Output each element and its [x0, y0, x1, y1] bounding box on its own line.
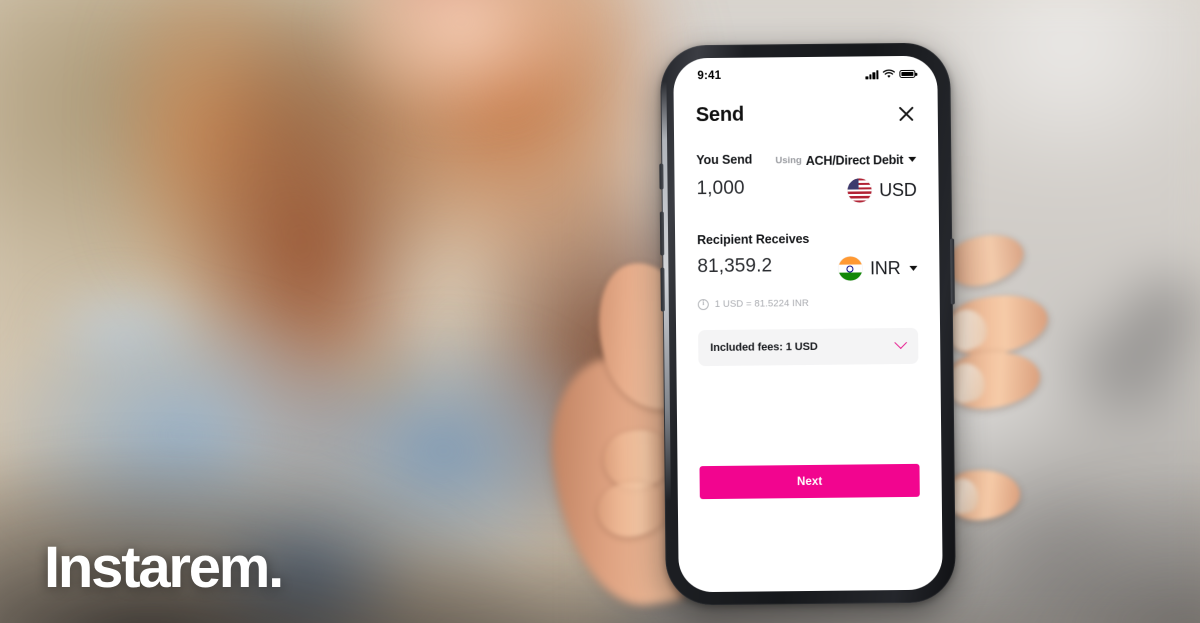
chevron-down-icon: [908, 156, 917, 162]
instarem-logo: Instarem.: [44, 535, 284, 600]
chevron-down-icon: [894, 336, 908, 350]
volume-down-button[interactable]: [660, 267, 665, 312]
flag-us-icon: [847, 178, 872, 203]
status-bar-clock: 9:41: [697, 69, 722, 83]
next-button[interactable]: Next: [699, 463, 920, 500]
flag-in-icon: [837, 256, 863, 281]
you-send-amount-wrapper[interactable]: 1,000: [696, 176, 808, 206]
recipient-receives-label-row: Recipient Receives: [697, 230, 917, 246]
you-send-label-row: You Send Using ACH/Direct Debit: [696, 151, 917, 169]
battery-icon: [899, 69, 916, 79]
phone-screen: 9:41 Send You Send Using ACH/Direct Debi…: [673, 55, 943, 593]
recipient-currency-code: INR: [869, 257, 901, 278]
screen-header: Send: [696, 102, 916, 127]
mute-switch[interactable]: [659, 163, 664, 190]
page-title: Send: [695, 103, 745, 127]
recipient-receives-field-group: Recipient Receives 81,359.2 INR: [697, 230, 918, 284]
volume-up-button[interactable]: [659, 211, 665, 256]
wifi-icon: [882, 69, 895, 78]
you-send-amount-row: 1,000 USD: [696, 175, 917, 206]
included-fees-accordion[interactable]: Included fees: 1 USD: [698, 327, 919, 366]
chevron-down-icon: [909, 265, 918, 271]
recipient-receives-amount-row: 81,359.2 INR: [697, 253, 918, 284]
payment-method-value: ACH/Direct Debit: [805, 152, 904, 168]
you-send-field-group: You Send Using ACH/Direct Debit 1,000 US…: [696, 151, 917, 207]
you-send-currency-code: USD: [879, 179, 917, 200]
exchange-rate-text: 1 USD = 81.5224 INR: [714, 297, 809, 310]
signal-bars-icon: [865, 69, 879, 79]
recipient-receives-amount-wrapper[interactable]: 81,359.2: [697, 254, 809, 284]
included-fees-label: Included fees: 1 USD: [710, 340, 818, 354]
marketing-screenshot: 9:41 Send You Send Using ACH/Direct Debi…: [0, 0, 1200, 623]
power-button[interactable]: [950, 238, 955, 305]
smartphone-device: 9:41 Send You Send Using ACH/Direct Debi…: [659, 42, 956, 606]
close-icon[interactable]: [898, 104, 916, 122]
you-send-label: You Send: [696, 152, 753, 168]
info-icon[interactable]: [697, 298, 709, 310]
send-money-screen: Send You Send Using ACH/Direct Debit 1,0…: [674, 86, 941, 366]
you-send-currency[interactable]: USD: [847, 178, 917, 203]
recipient-receives-label: Recipient Receives: [697, 231, 810, 247]
recipient-receives-amount-input[interactable]: 81,359.2: [697, 254, 809, 284]
recipient-currency-selector[interactable]: INR: [837, 256, 918, 281]
exchange-rate-row: 1 USD = 81.5224 INR: [697, 296, 918, 310]
you-send-amount-input[interactable]: 1,000: [696, 176, 808, 206]
status-bar-icons: [865, 69, 916, 80]
payment-method-selector[interactable]: Using ACH/Direct Debit: [775, 152, 917, 168]
payment-method-prefix: Using: [775, 155, 802, 167]
status-bar: 9:41: [673, 56, 937, 89]
